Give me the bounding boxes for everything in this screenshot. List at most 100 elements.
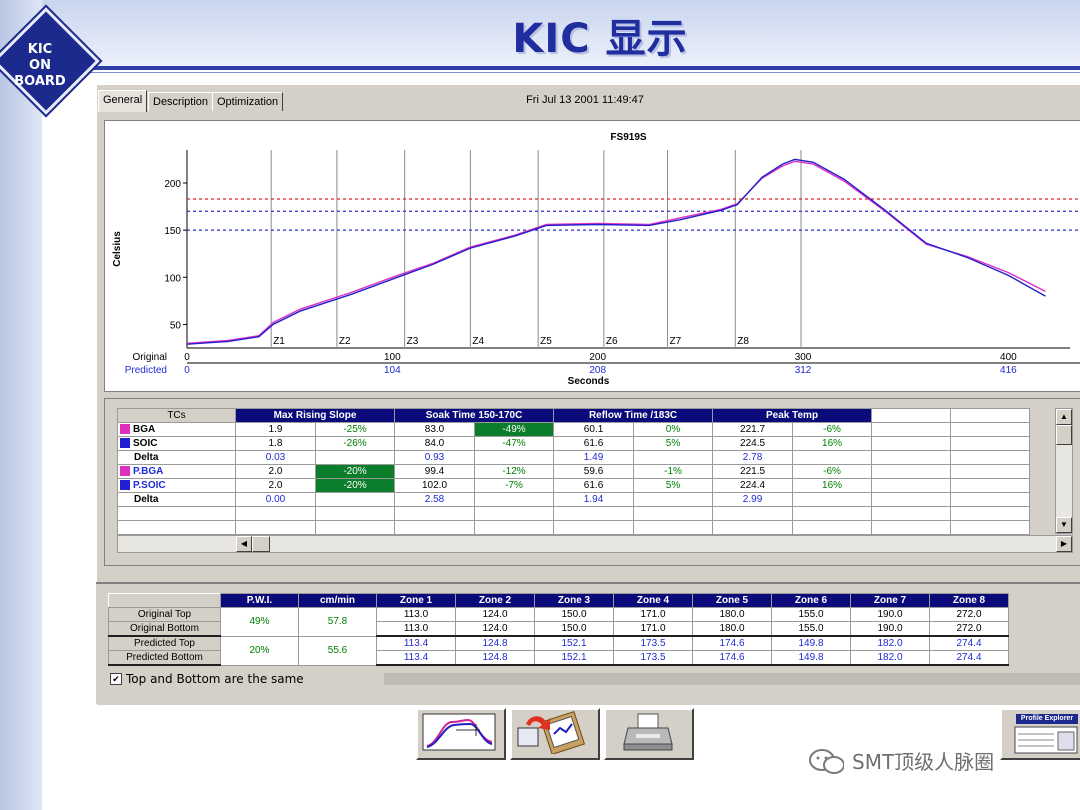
tc-empty-cell — [871, 422, 952, 437]
tc-name-cell: P.BGA — [117, 464, 236, 479]
y-tick-label: 150 — [164, 226, 181, 237]
zone-setpoint-cell[interactable]: 171.0 — [613, 621, 693, 637]
scroll-left-icon[interactable]: ◀ — [236, 536, 252, 552]
tc-grid-vertical-scrollbar[interactable]: ▲ ▼ — [1055, 408, 1073, 534]
zone-column-header: P.W.I. — [220, 593, 299, 608]
zone-setpoint-cell[interactable]: 182.0 — [850, 650, 930, 666]
tc-pwi-cell: 5% — [633, 478, 714, 493]
tc-pwi-cell: -12% — [474, 464, 555, 479]
tc-empty-cell — [394, 520, 476, 535]
zone-setpoint-cell[interactable]: 173.5 — [613, 635, 693, 651]
scroll-up-icon[interactable]: ▲ — [1056, 409, 1072, 425]
slide-left-band — [0, 0, 42, 810]
zone-row-label: Predicted Top — [108, 635, 221, 651]
tc-row[interactable]: Delta 0.00 2.58 1.94 2.99 — [117, 492, 1031, 507]
tc-row[interactable]: P.BGA 2.0 -20% 99.4 -12% 59.6 -1% 221.5 -6% — [117, 464, 1031, 479]
zone-setpoint-cell[interactable]: 274.4 — [929, 635, 1009, 651]
tc-empty-cell — [950, 506, 1031, 521]
zone-setpoint-cell[interactable]: 113.4 — [376, 635, 456, 651]
x-tick-label-predicted: 416 — [1000, 365, 1017, 376]
zone-setpoint-cell[interactable]: 113.4 — [376, 650, 456, 666]
tc-empty-cell — [950, 478, 1031, 493]
tab-general[interactable]: General — [98, 90, 148, 112]
zone-setpoint-cell[interactable]: 124.8 — [455, 650, 535, 666]
zone-setpoint-cell[interactable]: 190.0 — [850, 607, 930, 622]
tc-value-cell: 1.94 — [553, 492, 635, 507]
zone-setpoint-cell[interactable]: 155.0 — [771, 607, 851, 622]
zone-setpoint-cell[interactable]: 150.0 — [534, 607, 614, 622]
zone-setpoint-cell[interactable]: 190.0 — [850, 621, 930, 637]
tc-pwi-cell: -20% — [314, 478, 396, 493]
zone-setpoint-cell[interactable]: 149.8 — [771, 635, 851, 651]
tab-optimization[interactable]: Optimization — [212, 92, 284, 111]
tc-pwi-cell: 16% — [792, 478, 873, 493]
tc-empty-cell — [117, 520, 236, 535]
same-top-bottom-label[interactable]: Top and Bottom are the same — [126, 672, 304, 686]
scroll-right-icon[interactable]: ▶ — [1056, 536, 1072, 552]
group-header-soak-time[interactable]: Soak Time 150-170C — [394, 408, 555, 423]
tc-pwi-cell — [633, 450, 714, 465]
profile-chart: FS919S Celsius 50 100 150 200 Z1 Z2 Z3 Z4 Z5 Z6 Z7 Z8… — [112, 132, 1080, 387]
zone-setpoint-cell[interactable]: 152.1 — [534, 650, 614, 666]
zone-setpoint-cell[interactable]: 150.0 — [534, 621, 614, 637]
tc-column-header[interactable]: TCs — [117, 408, 236, 423]
zone-setpoint-cell[interactable]: 173.5 — [613, 650, 693, 666]
zone-column-header: cm/min — [298, 593, 377, 608]
zone-setpoint-cell[interactable]: 272.0 — [929, 607, 1009, 622]
tc-row[interactable]: P.SOIC 2.0 -20% 102.0 -7% 61.6 5% 224.4 16% — [117, 478, 1031, 493]
tc-row[interactable]: Delta 0.03 0.93 1.49 2.78 — [117, 450, 1031, 465]
tc-empty-cell — [235, 506, 316, 521]
zone-label: Z3 — [407, 336, 419, 347]
scroll-thumb[interactable] — [252, 536, 270, 552]
tc-empty-cell — [950, 464, 1031, 479]
print-button[interactable] — [604, 708, 694, 760]
tc-empty-cell — [871, 436, 952, 451]
tc-row[interactable]: BGA 1.9 -25% 83.0 -49% 60.1 0% 221.7 -6% — [117, 422, 1031, 437]
zone-setpoint-cell[interactable]: 113.0 — [376, 607, 456, 622]
zone-setpoint-cell[interactable]: 182.0 — [850, 635, 930, 651]
zone-setpoint-cell[interactable]: 124.0 — [455, 621, 535, 637]
zone-row[interactable]: Original Top 49% 57.8 113.0 124.0 150.0 171.0 1… — [108, 607, 1009, 637]
tc-empty-cell — [950, 492, 1031, 507]
zone-setpoint-cell[interactable]: 113.0 — [376, 621, 456, 637]
tc-grid-horizontal-scrollbar[interactable]: ◀ ▶ — [117, 535, 1073, 553]
zone-setpoint-cell[interactable]: 155.0 — [771, 621, 851, 637]
tc-value-cell: 1.9 — [235, 422, 316, 437]
tc-value-cell: 221.7 — [712, 422, 794, 437]
group-header-reflow-time[interactable]: Reflow Time /183C — [553, 408, 714, 423]
tc-empty-cell — [633, 520, 714, 535]
tc-row[interactable]: SOIC 1.8 -26% 84.0 -47% 61.6 5% 224.5 16% — [117, 436, 1031, 451]
tc-color-swatch — [120, 480, 130, 491]
zone-column-header: Zone 5 — [692, 593, 772, 608]
zone-setpoint-cell[interactable]: 274.4 — [929, 650, 1009, 666]
scroll-down-icon[interactable]: ▼ — [1056, 517, 1072, 533]
export-report-button[interactable] — [510, 708, 600, 760]
scroll-thumb[interactable] — [1056, 425, 1072, 445]
tc-pwi-cell: -20% — [314, 464, 396, 479]
zone-setpoint-cell[interactable]: 149.8 — [771, 650, 851, 666]
zone-setpoint-cell[interactable]: 124.0 — [455, 607, 535, 622]
zone-setpoint-cell[interactable]: 152.1 — [534, 635, 614, 651]
same-top-bottom-checkbox[interactable]: ✔ — [110, 673, 122, 685]
x-tick-label: 100 — [384, 352, 401, 363]
zone-setpoint-cell[interactable]: 171.0 — [613, 607, 693, 622]
zone-setpoint-cell[interactable]: 174.6 — [692, 635, 772, 651]
tc-pwi-cell — [792, 450, 873, 465]
zone-setpoint-cell[interactable]: 272.0 — [929, 621, 1009, 637]
zone-row-label: Original Top — [108, 607, 221, 622]
zone-row[interactable]: Predicted Top 20% 55.6 113.4 124.8 152.1 173.5… — [108, 635, 1009, 666]
group-header-max-rising-slope[interactable]: Max Rising Slope — [234, 408, 396, 423]
tc-name-cell: Delta — [117, 450, 236, 465]
zone-setpoint-cell[interactable]: 180.0 — [692, 621, 772, 637]
zone-setpoint-cell[interactable]: 124.8 — [455, 635, 535, 651]
zone-setpoint-cell[interactable]: 174.6 — [692, 650, 772, 666]
tc-empty-cell — [950, 450, 1031, 465]
checkbox-row-fill — [384, 673, 1080, 685]
tab-description[interactable]: Description — [148, 92, 214, 111]
tc-empty-cell — [235, 520, 316, 535]
view-profile-button[interactable] — [416, 708, 506, 760]
zone-setpoint-cell[interactable]: 180.0 — [692, 607, 772, 622]
group-header-peak-temp[interactable]: Peak Temp — [712, 408, 873, 423]
profile-graph-icon — [422, 713, 496, 751]
tc-value-cell: 59.6 — [553, 464, 635, 479]
